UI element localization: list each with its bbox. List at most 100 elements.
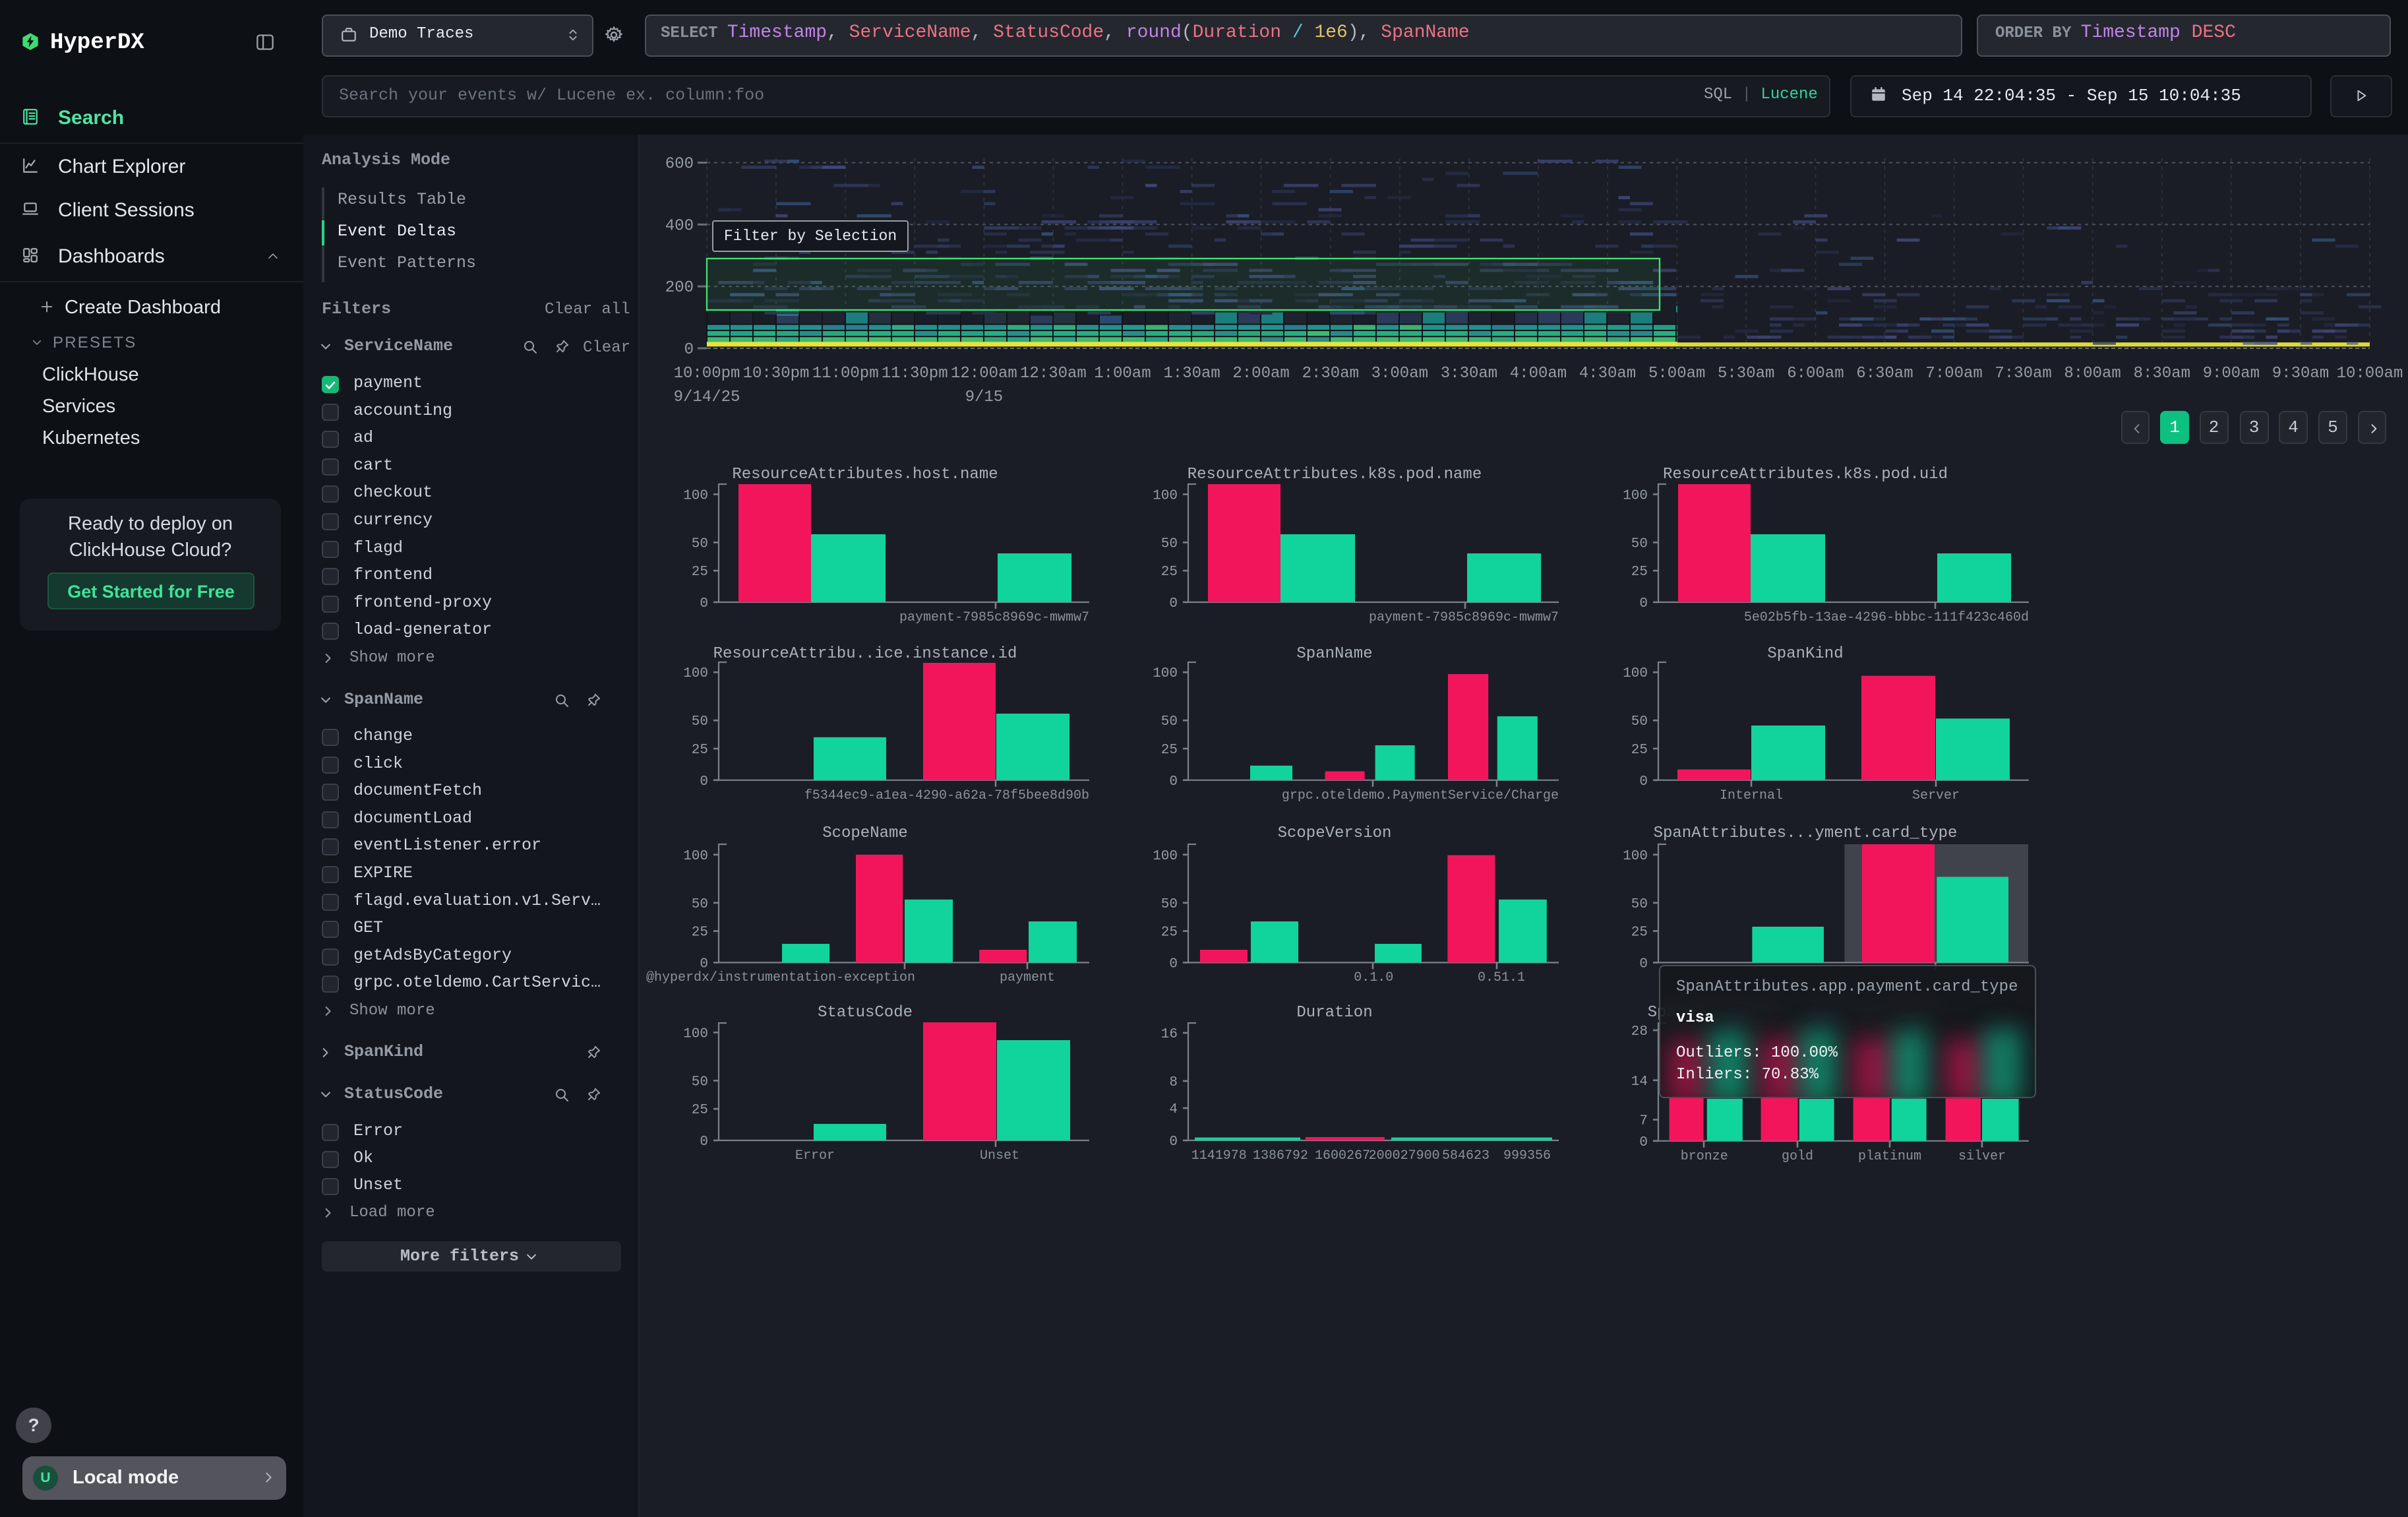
svg-text:5e02b5fb-13ae-4296-bbbc-111f42: 5e02b5fb-13ae-4296-bbbc-111f423c460d <box>1744 610 2029 625</box>
svg-text:1:00am: 1:00am <box>1094 365 1151 383</box>
svg-text:9/15: 9/15 <box>965 388 1004 406</box>
svg-text:SpanName: SpanName <box>1296 645 1372 663</box>
svg-text:400: 400 <box>665 217 694 235</box>
svg-text:0: 0 <box>1639 596 1648 611</box>
svg-text:14: 14 <box>1631 1074 1648 1090</box>
svg-text:7:00am: 7:00am <box>1925 365 1982 383</box>
svg-text:0: 0 <box>700 1134 708 1150</box>
svg-text:SpanKind: SpanKind <box>1767 645 1843 663</box>
svg-text:100: 100 <box>683 488 708 503</box>
svg-text:ResourceAttributes.k8s.pod.nam: ResourceAttributes.k8s.pod.name <box>1188 466 1482 483</box>
svg-text:Error: Error <box>795 1148 835 1163</box>
svg-text:50: 50 <box>692 1074 708 1090</box>
svg-text:2:00am: 2:00am <box>1232 365 1289 383</box>
svg-text:100: 100 <box>1623 666 1648 681</box>
svg-text:0: 0 <box>1169 956 1178 972</box>
svg-text:50: 50 <box>692 714 708 729</box>
svg-text:payment: payment <box>1000 970 1055 985</box>
svg-text:0: 0 <box>1639 774 1648 789</box>
svg-text:600: 600 <box>665 156 694 173</box>
svg-text:12:00am: 12:00am <box>951 365 1017 383</box>
svg-text:25: 25 <box>1161 743 1178 758</box>
svg-text:bronze: bronze <box>1681 1149 1728 1164</box>
svg-text:12:30am: 12:30am <box>1020 365 1087 383</box>
svg-text:25: 25 <box>1631 925 1648 941</box>
svg-text:Internal: Internal <box>1720 788 1783 803</box>
svg-text:0: 0 <box>1639 956 1648 972</box>
svg-text:gold: gold <box>1782 1149 1813 1164</box>
svg-text:Unset: Unset <box>980 1148 1019 1163</box>
svg-text:0.51.1: 0.51.1 <box>1478 970 1525 985</box>
svg-text:4:30am: 4:30am <box>1579 365 1636 383</box>
svg-text:999356: 999356 <box>1503 1148 1551 1163</box>
svg-text:28: 28 <box>1631 1024 1648 1039</box>
svg-text:10:00pm: 10:00pm <box>674 365 740 383</box>
svg-text:100: 100 <box>683 1026 708 1041</box>
svg-text:7: 7 <box>1639 1114 1648 1129</box>
svg-text:0: 0 <box>700 956 708 972</box>
svg-text:25: 25 <box>692 743 708 758</box>
svg-text:50: 50 <box>1161 714 1178 729</box>
svg-text:Duration: Duration <box>1296 1004 1372 1022</box>
svg-text:8:00am: 8:00am <box>2064 365 2121 383</box>
svg-text:1386792: 1386792 <box>1253 1148 1308 1163</box>
svg-text:silver: silver <box>1958 1149 2006 1164</box>
svg-text:2:30am: 2:30am <box>1302 365 1359 383</box>
svg-text:Server: Server <box>1912 788 1960 803</box>
svg-text:9:00am: 9:00am <box>2203 365 2260 383</box>
svg-text:50: 50 <box>692 897 708 912</box>
svg-text:100: 100 <box>683 849 708 864</box>
svg-text:0: 0 <box>1169 596 1178 611</box>
svg-text:8: 8 <box>1169 1075 1178 1090</box>
svg-text:25: 25 <box>1161 925 1178 941</box>
svg-text:50: 50 <box>1161 897 1178 912</box>
svg-text:100: 100 <box>683 666 708 681</box>
svg-text:StatusCode: StatusCode <box>818 1004 913 1022</box>
svg-text:4:00am: 4:00am <box>1510 365 1567 383</box>
svg-text:grpc.oteldemo.PaymentService/C: grpc.oteldemo.PaymentService/Charge <box>1282 788 1559 803</box>
svg-text:6:00am: 6:00am <box>1787 365 1844 383</box>
svg-text:9/14/25: 9/14/25 <box>674 388 740 406</box>
svg-text:200: 200 <box>665 279 694 297</box>
svg-text:50: 50 <box>1631 714 1648 729</box>
svg-text:payment-7985c8969c-mwmw7: payment-7985c8969c-mwmw7 <box>1369 610 1559 625</box>
svg-text:platinum: platinum <box>1858 1149 1921 1164</box>
svg-text:50: 50 <box>692 536 708 551</box>
svg-text:7:30am: 7:30am <box>1995 365 2051 383</box>
svg-text:50: 50 <box>1631 536 1648 551</box>
svg-text:16: 16 <box>1161 1027 1178 1042</box>
svg-text:1600267: 1600267 <box>1315 1148 1370 1163</box>
svg-text:11:00pm: 11:00pm <box>812 365 879 383</box>
svg-text:f5344ec9-a1ea-4290-a62a-78f5be: f5344ec9-a1ea-4290-a62a-78f5bee8d90b <box>804 788 1089 803</box>
svg-text:25: 25 <box>1631 743 1648 758</box>
svg-text:5:30am: 5:30am <box>1718 365 1774 383</box>
svg-text:5:00am: 5:00am <box>1648 365 1705 383</box>
svg-text:50: 50 <box>1161 536 1178 551</box>
svg-text:0: 0 <box>700 774 708 789</box>
svg-text:100: 100 <box>1623 488 1648 503</box>
svg-text:1141978: 1141978 <box>1191 1148 1247 1163</box>
svg-text:9:30am: 9:30am <box>2272 365 2329 383</box>
svg-text:SpanAttributes...yment.card_ty: SpanAttributes...yment.card_type <box>1654 824 1958 842</box>
svg-text:ResourceAttributes.host.name: ResourceAttributes.host.name <box>732 466 998 483</box>
svg-text:100: 100 <box>1153 849 1178 864</box>
svg-text:0: 0 <box>1169 1134 1178 1150</box>
svg-text:0.1.0: 0.1.0 <box>1354 970 1393 985</box>
svg-text:0: 0 <box>1169 774 1178 789</box>
svg-text:3:30am: 3:30am <box>1441 365 1497 383</box>
svg-text:3:00am: 3:00am <box>1371 365 1428 383</box>
svg-text:ResourceAttribu..ice.instance.: ResourceAttribu..ice.instance.id <box>713 645 1017 663</box>
svg-text:25: 25 <box>692 1103 708 1118</box>
svg-text:584623: 584623 <box>1442 1148 1490 1163</box>
svg-text:4: 4 <box>1169 1102 1178 1117</box>
svg-text:100: 100 <box>1623 849 1648 864</box>
svg-text:10:00am: 10:00am <box>2337 365 2403 383</box>
svg-text:ResourceAttributes.k8s.pod.uid: ResourceAttributes.k8s.pod.uid <box>1663 466 1948 483</box>
svg-text:6:30am: 6:30am <box>1856 365 1913 383</box>
svg-text:10:30pm: 10:30pm <box>743 365 810 383</box>
svg-text:25: 25 <box>1631 565 1648 580</box>
svg-text:0: 0 <box>684 341 694 359</box>
svg-text:25: 25 <box>1161 565 1178 580</box>
svg-text:ScopeVersion: ScopeVersion <box>1278 824 1392 842</box>
svg-text:1:30am: 1:30am <box>1163 365 1220 383</box>
